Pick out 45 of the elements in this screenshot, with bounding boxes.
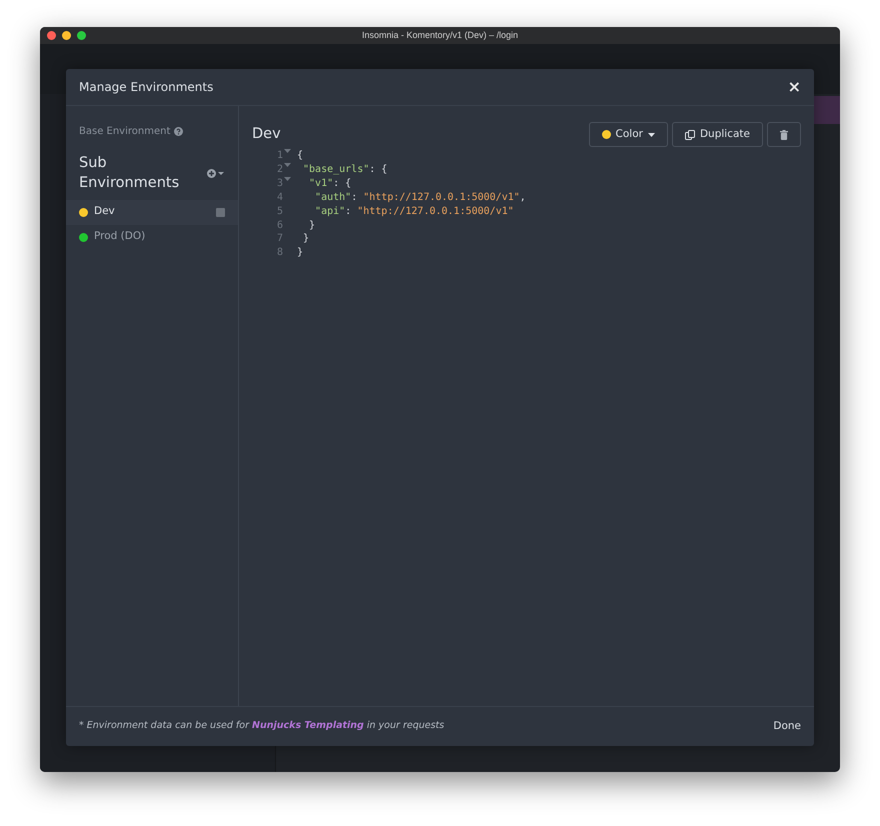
line-number: 4: [276, 190, 283, 205]
fold-arrow-icon[interactable]: [284, 162, 291, 167]
base-environment-link[interactable]: Base Environment: [79, 124, 170, 139]
code-line: }: [302, 232, 310, 246]
code-line: }: [308, 218, 316, 232]
line-number: 1: [276, 149, 283, 163]
done-button[interactable]: Done: [773, 718, 801, 734]
fold-arrow-icon[interactable]: [284, 176, 291, 181]
help-icon: [174, 127, 184, 136]
code-line: "base_urls": {: [302, 162, 388, 177]
color-dropdown[interactable]: Color: [588, 122, 668, 147]
code-line: "api": "http://127.0.0.1:5000/v1": [314, 204, 514, 219]
drag-handle-icon[interactable]: [216, 208, 225, 217]
dialog-title: Manage Environments: [79, 79, 214, 96]
zoom-light[interactable]: [77, 31, 86, 40]
duplicate-button[interactable]: Duplicate: [672, 122, 763, 147]
fold-arrow-icon[interactable]: [284, 149, 291, 153]
code-line: {: [297, 149, 304, 163]
code-line: "auth": "http://127.0.0.1:5000/v1",: [314, 190, 526, 205]
close-light[interactable]: [47, 31, 56, 40]
line-number: 7: [276, 232, 283, 246]
line-number: 3: [276, 176, 283, 191]
copy-icon: [684, 130, 695, 140]
code-line: "v1": {: [308, 176, 352, 191]
minimize-light[interactable]: [62, 31, 71, 40]
environment-item[interactable]: Prod (DO): [66, 224, 238, 250]
window-title: Insomnia - Komentory/v1 (Dev) – /login: [360, 28, 520, 42]
footer-note: * Environment data can be used for Nunjucks Templating in your requests: [79, 719, 444, 734]
line-number: 2: [276, 162, 283, 177]
environment-item[interactable]: Dev: [66, 200, 238, 225]
environment-name: Prod (DO): [94, 229, 146, 244]
code-editor[interactable]: 1 { 2 "base_urls": { 3 "v1": { 4 "auth": "http://127.0.0.1:5000/v1", 5 "api": "http://127.0.0.1:5000/v1" 6 } 7 } 8 }: [252, 149, 801, 260]
add-environment-button[interactable]: [207, 168, 225, 178]
code-line: }: [297, 246, 304, 260]
section-heading: Sub Environments: [79, 154, 180, 194]
close-button[interactable]: ×: [788, 79, 801, 95]
environment-name: Dev: [94, 204, 115, 220]
line-number: 6: [276, 218, 283, 232]
background-panel: [814, 96, 840, 124]
delete-button[interactable]: [767, 122, 801, 147]
environment-title: Dev: [252, 125, 281, 144]
line-number: 8: [276, 246, 283, 260]
trash-icon: [780, 130, 788, 140]
caret-icon: [648, 132, 655, 136]
line-number: 5: [276, 204, 283, 219]
